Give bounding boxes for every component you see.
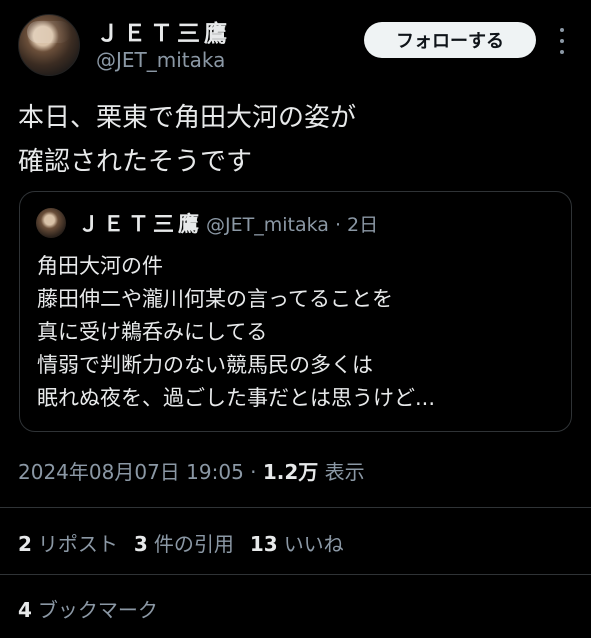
divider [0, 574, 591, 575]
quoted-line: 真に受け鵜呑みにしてる [37, 320, 268, 344]
divider [0, 507, 591, 508]
quoted-tweet[interactable]: ＪＥＴ三鷹 @JET_mitaka · 2日 角田大河の件 藤田伸二や瀧川何某の… [19, 191, 572, 432]
bookmarks-stat[interactable]: 4 ブックマーク [18, 594, 158, 623]
more-icon[interactable] [556, 28, 568, 54]
author-avatar[interactable] [18, 14, 80, 76]
quotes-label: 件の引用 [153, 532, 234, 556]
bookmarks-count: 4 [18, 598, 32, 622]
follow-button[interactable]: フォローする [364, 22, 536, 58]
views-label: 表示 [318, 460, 365, 484]
reposts-label: リポスト [37, 532, 118, 556]
tweet-line: 本日、栗東で角田大河の姿が [18, 103, 357, 133]
quoted-display-name: ＪＥＴ三鷹 [78, 212, 203, 236]
likes-stat[interactable]: 13 いいね [250, 528, 344, 557]
quoted-line: 情弱で判断力のない競馬民の多くは [37, 353, 373, 377]
reposts-count: 2 [18, 532, 32, 556]
views-count: 1.2万 [262, 460, 319, 484]
quoted-line: 眠れぬ夜を、過ごした事だとは思うけど... [37, 386, 436, 410]
tweet-line: 確認されたそうです [18, 147, 253, 177]
tweet-meta: 2024年08月07日 19:05 · 1.2万 表示 [18, 456, 365, 485]
quoted-line: 角田大河の件 [37, 254, 163, 278]
quoted-text: 角田大河の件 藤田伸二や瀧川何某の言ってることを 真に受け鵜呑みにしてる 情弱で… [37, 250, 562, 415]
reposts-stat[interactable]: 2 リポスト [18, 528, 118, 557]
author-display-name[interactable]: ＪＥＴ三鷹 [96, 14, 231, 48]
quotes-stat[interactable]: 3 件の引用 [134, 528, 234, 557]
author-handle[interactable]: @JET_mitaka [96, 48, 225, 72]
timestamp[interactable]: 2024年08月07日 19:05 · [18, 460, 263, 484]
quoted-avatar [36, 208, 66, 238]
bookmarks-label: ブックマーク [37, 598, 158, 622]
engagement-stats: 2 リポスト 3 件の引用 13 いいね [18, 528, 344, 557]
likes-count: 13 [249, 532, 278, 556]
quoted-meta: @JET_mitaka · 2日 [206, 214, 379, 236]
likes-label: いいね [283, 532, 344, 556]
quotes-count: 3 [133, 532, 148, 556]
quoted-line: 藤田伸二や瀧川何某の言ってることを [37, 287, 393, 311]
tweet-text: 本日、栗東で角田大河の姿が 確認されたそうです [18, 96, 578, 184]
